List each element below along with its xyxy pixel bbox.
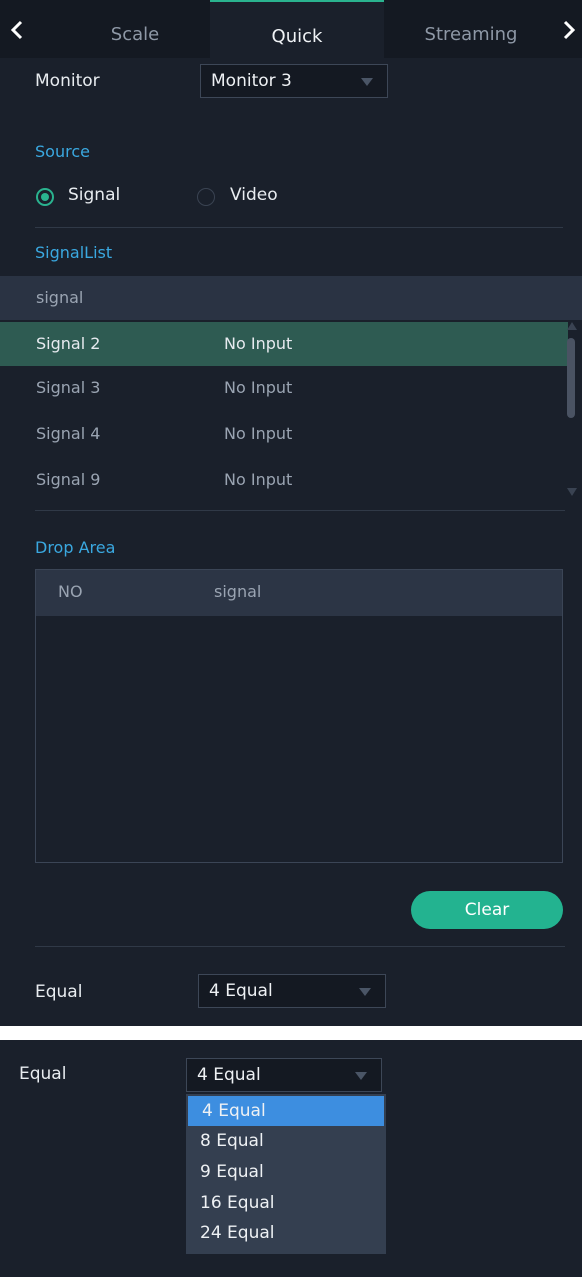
option-label: 24 Equal	[200, 1223, 275, 1243]
signal-list-header: signal	[0, 276, 582, 320]
signal-row[interactable]: Signal 9 No Input	[0, 458, 568, 502]
equal-label: Equal	[35, 982, 83, 1002]
signal-name: Signal 4	[36, 424, 101, 443]
signal-status: No Input	[224, 334, 293, 353]
drop-column-signal: signal	[214, 582, 262, 601]
equal-select-value: 4 Equal	[209, 981, 273, 1001]
scroll-down-icon[interactable]	[567, 488, 577, 496]
equal-options-menu: 4 Equal 8 Equal 9 Equal 16 Equal 24 Equa…	[186, 1094, 386, 1254]
divider	[35, 227, 563, 228]
option-label: 16 Equal	[200, 1193, 275, 1213]
signal-row[interactable]: Signal 2 No Input	[0, 322, 568, 366]
option-label: 9 Equal	[200, 1162, 264, 1182]
monitor-select[interactable]: Monitor 3	[200, 64, 388, 98]
divider	[35, 510, 565, 511]
radio-video-label: Video	[230, 185, 278, 205]
option-label: 8 Equal	[200, 1131, 264, 1151]
signal-row[interactable]: Signal 3 No Input	[0, 366, 568, 410]
equal-select-open[interactable]: 4 Equal	[186, 1058, 382, 1092]
equal-option[interactable]: 4 Equal	[188, 1096, 384, 1126]
equal-select[interactable]: 4 Equal	[198, 974, 386, 1008]
caret-down-icon	[359, 988, 371, 996]
signallist-heading: SignalList	[35, 243, 113, 262]
radio-video[interactable]	[197, 188, 215, 206]
signal-list-scrollbar[interactable]	[567, 338, 575, 418]
option-label: 4 Equal	[202, 1101, 266, 1121]
signal-status: No Input	[224, 424, 293, 443]
monitor-label: Monitor	[35, 71, 100, 91]
quick-panel: Scale Quick Streaming Monitor Monitor 3 …	[0, 0, 582, 1026]
chevron-left-icon[interactable]	[6, 18, 30, 42]
tab-streaming[interactable]: Streaming	[396, 0, 546, 58]
radio-signal[interactable]	[36, 188, 54, 206]
signal-name: Signal 2	[36, 334, 101, 353]
caret-down-icon	[355, 1072, 367, 1080]
scroll-up-icon[interactable]	[567, 322, 577, 330]
drop-area-heading: Drop Area	[35, 538, 116, 557]
tab-scale[interactable]: Scale	[60, 0, 210, 58]
radio-signal-label: Signal	[68, 185, 121, 205]
signal-status: No Input	[224, 378, 293, 397]
equal-option[interactable]: 16 Equal	[186, 1188, 386, 1218]
chevron-right-icon[interactable]	[556, 18, 580, 42]
monitor-select-value: Monitor 3	[211, 71, 292, 91]
divider	[35, 946, 565, 947]
equal-option[interactable]: 24 Equal	[186, 1218, 386, 1248]
equal-option[interactable]: 8 Equal	[186, 1126, 386, 1156]
tab-quick[interactable]: Quick	[210, 0, 384, 58]
signal-status: No Input	[224, 470, 293, 489]
equal-option[interactable]: 9 Equal	[186, 1157, 386, 1187]
drop-area[interactable]: NO signal	[35, 569, 563, 863]
equal-label: Equal	[19, 1064, 67, 1084]
caret-down-icon	[361, 78, 373, 86]
signal-name: Signal 9	[36, 470, 101, 489]
equal-select-value: 4 Equal	[197, 1065, 261, 1085]
tab-bar: Scale Quick Streaming	[0, 0, 582, 58]
drop-area-header: NO signal	[36, 570, 562, 616]
source-heading: Source	[35, 142, 90, 161]
drop-column-no: NO	[58, 582, 83, 601]
signal-column-header: signal	[36, 288, 84, 307]
signal-row[interactable]: Signal 4 No Input	[0, 412, 568, 456]
clear-button[interactable]: Clear	[411, 891, 563, 929]
signal-name: Signal 3	[36, 378, 101, 397]
